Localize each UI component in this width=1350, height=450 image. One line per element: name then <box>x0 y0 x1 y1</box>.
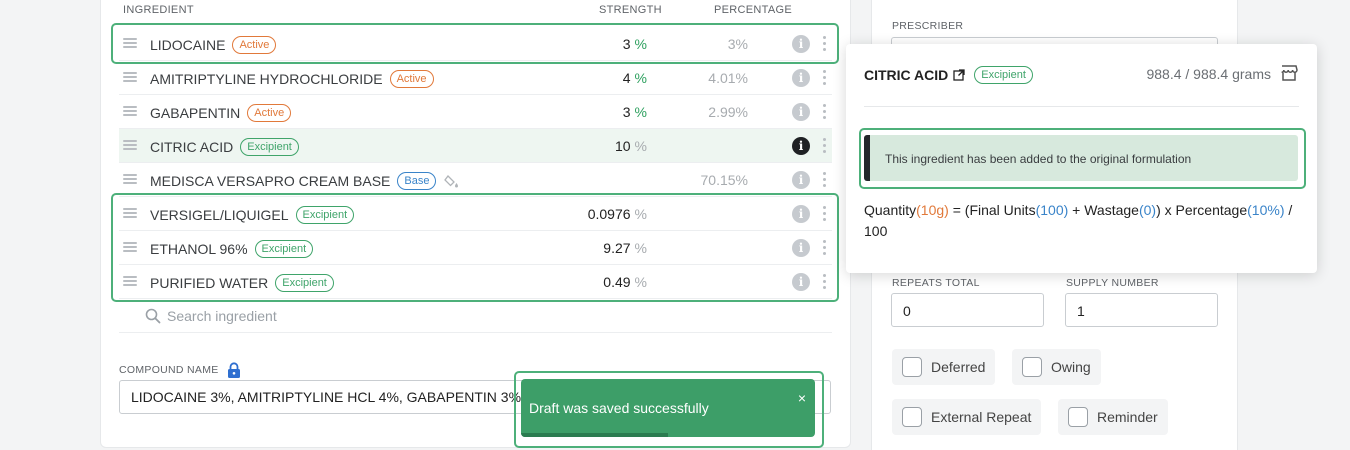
color-fill-icon <box>444 175 459 188</box>
search-ingredient[interactable]: Search ingredient <box>145 308 277 324</box>
external-link-icon[interactable] <box>953 69 965 81</box>
checkbox-box[interactable] <box>902 357 922 377</box>
store-icon[interactable] <box>1280 64 1298 82</box>
type-badge: Base <box>397 172 437 190</box>
checkbox-box[interactable] <box>902 407 922 427</box>
highlight-row-lidocaine <box>111 23 839 64</box>
strength-value[interactable]: 4% <box>623 70 647 86</box>
percentage-value: 4.01% <box>708 70 748 86</box>
more-options-icon[interactable] <box>823 172 827 188</box>
external-repeat-checkbox[interactable]: External Repeat <box>892 399 1042 435</box>
info-icon[interactable]: i <box>792 103 810 121</box>
owing-checkbox[interactable]: Owing <box>1012 349 1101 385</box>
lock-icon <box>227 362 240 378</box>
table-row[interactable]: GABAPENTIN Active 3% 2.99% i <box>119 95 832 129</box>
popover-divider <box>864 106 1299 107</box>
type-badge: Active <box>247 104 292 122</box>
toast-message: Draft was saved successfully <box>529 400 709 416</box>
toast-progress-bar <box>521 433 668 437</box>
prescriber-label: PRESCRIBER <box>892 20 964 32</box>
type-badge: Excipient <box>240 138 299 156</box>
search-placeholder: Search ingredient <box>167 308 277 324</box>
checkbox-box[interactable] <box>1022 357 1042 377</box>
ingredient-name: AMITRIPTYLINE HYDROCHLORIDE Active <box>150 70 434 88</box>
excipient-badge: Excipient <box>974 66 1033 84</box>
ingredient-name: MEDISCA VERSAPRO CREAM BASE Base <box>150 172 460 190</box>
table-row[interactable]: CITRIC ACID Excipient 10% i <box>119 129 832 163</box>
repeats-total-label: REPEATS TOTAL <box>892 277 980 289</box>
supply-number-label: SUPPLY NUMBER <box>1066 277 1159 289</box>
highlight-rows-excipients <box>111 193 839 302</box>
column-header-percentage: PERCENTAGE <box>714 4 792 16</box>
more-options-icon[interactable] <box>823 104 827 120</box>
reminder-checkbox[interactable]: Reminder <box>1058 399 1168 435</box>
table-row[interactable]: AMITRIPTYLINE HYDROCHLORIDE Active 4% 4.01%… <box>119 61 832 95</box>
info-icon[interactable]: i <box>792 171 810 189</box>
popover-title: CITRIC ACID Excipient <box>864 66 1033 84</box>
column-header-strength: STRENGTH <box>599 4 662 16</box>
drag-handle-icon[interactable] <box>123 106 137 117</box>
drag-handle-icon[interactable] <box>123 174 137 185</box>
info-icon[interactable]: i <box>792 137 810 155</box>
supply-number-input[interactable]: 1 <box>1065 293 1218 327</box>
ingredient-name: GABAPENTIN Active <box>150 104 292 122</box>
deferred-checkbox[interactable]: Deferred <box>892 349 996 385</box>
toast-notification: Draft was saved successfully × <box>521 379 815 437</box>
info-icon[interactable]: i <box>792 69 810 87</box>
drag-handle-icon[interactable] <box>123 140 137 151</box>
stock-quantity: 988.4 / 988.4 grams <box>1146 66 1271 82</box>
drag-handle-icon[interactable] <box>123 72 137 83</box>
divider <box>119 332 832 333</box>
more-options-icon[interactable] <box>823 70 827 86</box>
type-badge: Active <box>389 70 434 88</box>
percentage-value: 70.15% <box>700 172 748 188</box>
table-row[interactable]: MEDISCA VERSAPRO CREAM BASE Base 70.15% i <box>119 163 832 197</box>
strength-value[interactable]: 10% <box>615 138 647 154</box>
search-icon <box>145 308 161 324</box>
column-header-ingredient: INGREDIENT <box>123 4 194 16</box>
checkbox-box[interactable] <box>1068 407 1088 427</box>
percentage-value: 2.99% <box>708 104 748 120</box>
close-icon[interactable]: × <box>798 390 806 406</box>
more-options-icon[interactable] <box>823 138 827 154</box>
compound-name-label: COMPOUND NAME <box>119 362 241 378</box>
quantity-formula: Quantity(10g) = (Final Units(100) + Wast… <box>864 202 1293 239</box>
highlight-notice <box>859 128 1306 189</box>
strength-value[interactable]: 3% <box>623 104 647 120</box>
ingredient-name: CITRIC ACID Excipient <box>150 138 299 156</box>
repeats-total-input[interactable]: 0 <box>891 293 1044 327</box>
